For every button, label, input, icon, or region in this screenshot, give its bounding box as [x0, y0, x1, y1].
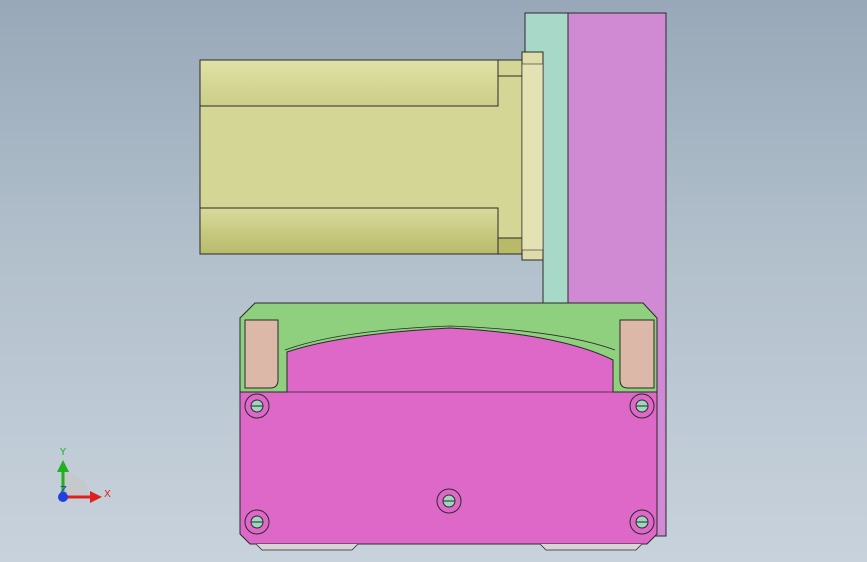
- y-axis-arrow: [57, 460, 69, 472]
- motor-flange-inner: [521, 63, 544, 251]
- screw-bottom-right: [629, 509, 655, 535]
- left-block: [244, 319, 279, 389]
- motor-top-band: [199, 59, 499, 107]
- axis-triad[interactable]: X Y Z: [57, 447, 111, 503]
- motor-bottom-band: [199, 207, 499, 255]
- x-axis-arrow: [90, 491, 102, 503]
- z-axis-label: Z: [60, 485, 67, 496]
- motor-flange-step: [497, 237, 523, 255]
- cad-drawing: X Y Z: [57, 12, 667, 551]
- screw-top-left: [244, 393, 270, 419]
- triad-rotation-arc: [64, 472, 90, 497]
- screw-top-right: [629, 393, 655, 419]
- screw-center: [436, 488, 462, 514]
- cad-viewport[interactable]: X Y Z: [0, 0, 867, 562]
- x-axis-label: X: [104, 489, 111, 500]
- motor-assembly: [199, 51, 544, 261]
- y-axis-label: Y: [59, 447, 67, 458]
- screw-bottom-left: [244, 509, 270, 535]
- right-block: [619, 319, 655, 389]
